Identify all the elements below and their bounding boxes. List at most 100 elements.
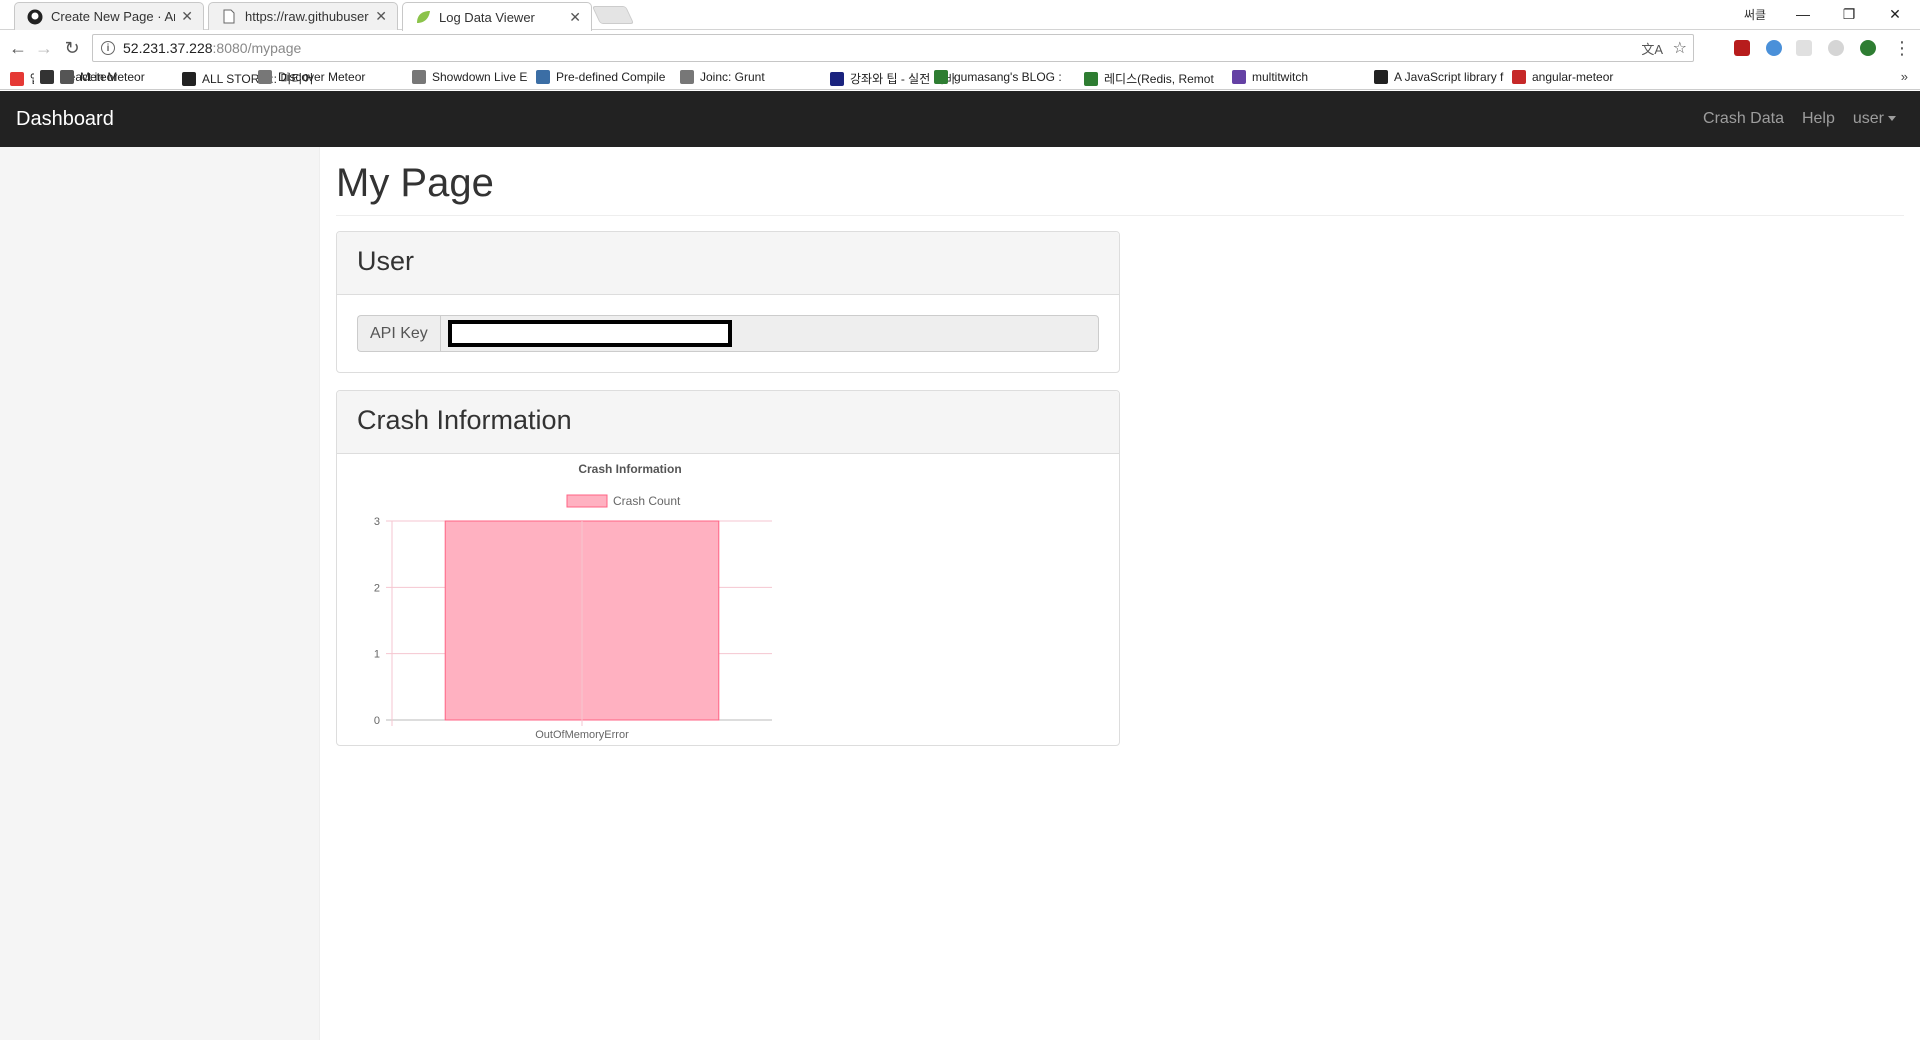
main-content: My Page User API Key Crash Information C…	[336, 147, 1904, 746]
bookmark-icon	[60, 70, 74, 84]
bookmark-label: 레디스(Redis, Remot	[1104, 72, 1214, 86]
browser-tab[interactable]: https://raw.githubuserco ✕	[208, 2, 398, 30]
bookmark-item[interactable]: gumasang's BLOG :	[934, 70, 1074, 84]
tab-title: https://raw.githubuserco	[245, 9, 370, 24]
crash-chart: Crash Information Crash Count 0 1 2 3 OutOf…	[337, 454, 1119, 746]
info-icon[interactable]: i	[101, 41, 115, 55]
panel-title: User	[337, 232, 1119, 295]
address-bar: ← → ↻ i 52.231.37.228:8080/mypage 文A ☆ ⋮	[0, 30, 1920, 66]
bookmarks-bar: 앱React in MeteorMeteorALL STORY :: 미티어Di…	[0, 66, 1920, 90]
bookmark-icon	[536, 70, 550, 84]
caret-down-icon	[1888, 116, 1896, 122]
bookmark-icon	[40, 70, 54, 84]
y-tick-label: 3	[374, 516, 380, 528]
crash-panel: Crash Information Crash Information Cras…	[336, 390, 1120, 746]
tab-title: Create New Page · Andi	[51, 9, 175, 24]
nav-help[interactable]: Help	[1802, 110, 1835, 128]
window-close-icon[interactable]: ✕	[1872, 0, 1918, 28]
bookmarks-overflow-icon[interactable]: »	[1901, 69, 1908, 84]
y-tick-label: 0	[374, 715, 380, 727]
back-icon[interactable]: ←	[8, 38, 28, 58]
legend-label: Crash Count	[613, 494, 681, 508]
bookmark-item[interactable]: Discover Meteor	[258, 70, 398, 84]
bookmark-icon	[1374, 70, 1388, 84]
new-tab-button[interactable]	[591, 6, 635, 24]
panel-title: Crash Information	[337, 391, 1119, 454]
bookmark-icon	[10, 71, 24, 86]
profile-label[interactable]: 써클	[1744, 6, 1766, 23]
extension-globe-icon[interactable]	[1860, 40, 1876, 56]
x-tick-label: OutOfMemoryError	[535, 729, 629, 741]
bookmark-label: multitwitch	[1252, 70, 1309, 84]
close-icon[interactable]: ✕	[181, 8, 193, 25]
extension-icon[interactable]	[1796, 40, 1812, 56]
nav-crash-data[interactable]: Crash Data	[1703, 110, 1784, 128]
close-icon[interactable]: ✕	[569, 9, 581, 26]
browser-tab-active[interactable]: Log Data Viewer ✕	[402, 2, 592, 31]
api-key-label: API Key	[357, 315, 440, 352]
bookmark-label: Joinc: Grunt	[700, 70, 765, 84]
extension-globe-icon[interactable]	[1766, 40, 1782, 56]
bookmark-icon	[680, 70, 694, 84]
bookmark-icon	[934, 70, 948, 84]
bookmark-icon	[182, 71, 196, 86]
forward-icon[interactable]: →	[34, 38, 54, 58]
bookmark-label: angular-meteor	[1532, 70, 1614, 84]
leaf-icon	[415, 9, 431, 25]
bookmark-item[interactable]: A JavaScript library f	[1374, 70, 1504, 84]
api-key-group: API Key	[357, 315, 1099, 352]
page-header: My Page	[336, 161, 1904, 216]
bookmark-item[interactable]: angular-meteor	[1512, 70, 1652, 84]
nav-links: Crash Data Help user	[1703, 110, 1896, 128]
api-key-field[interactable]	[439, 315, 1099, 352]
bookmark-item[interactable]: 앱	[10, 70, 34, 87]
crash-chart-svg: Crash Information Crash Count 0 1 2 3 OutOf…	[374, 462, 772, 741]
bookmark-icon	[412, 70, 426, 84]
nav-user-label: user	[1852, 110, 1884, 127]
bookmark-label: Showdown Live Edito	[432, 70, 528, 84]
bookmark-label: A JavaScript library f	[1394, 70, 1504, 84]
bookmark-label: gumasang's BLOG :	[954, 70, 1062, 84]
brand-link[interactable]: Dashboard	[16, 108, 114, 131]
bookmark-item[interactable]: Joinc: Grunt	[680, 70, 784, 84]
extension-icon[interactable]	[1828, 40, 1844, 56]
restore-icon[interactable]: ❐	[1826, 0, 1872, 28]
bookmark-icon	[1512, 70, 1526, 84]
url-host: 52.231.37.228	[123, 40, 213, 56]
nav-user-dropdown[interactable]: user	[1853, 110, 1896, 128]
user-panel: User API Key	[336, 231, 1120, 373]
bookmark-star-icon[interactable]: ☆	[1673, 38, 1687, 58]
redacted-key	[447, 320, 732, 347]
bookmark-label: 앱	[30, 70, 34, 87]
browser-tab[interactable]: Create New Page · Andi ✕	[14, 2, 204, 30]
bookmark-icon	[830, 71, 844, 86]
bookmark-item[interactable]: Pre-defined Compile	[536, 70, 670, 84]
ublock-icon[interactable]	[1734, 40, 1750, 56]
close-icon[interactable]: ✕	[375, 8, 387, 25]
bookmark-label: Meteor	[80, 70, 118, 84]
panel-body: API Key	[337, 295, 1119, 372]
bookmark-item[interactable]: multitwitch	[1232, 70, 1362, 84]
bookmark-icon	[258, 70, 272, 84]
chart-title: Crash Information	[578, 462, 681, 476]
sidebar	[0, 147, 320, 1040]
tab-title: Log Data Viewer	[439, 9, 535, 25]
menu-kebab-icon[interactable]: ⋮	[1892, 38, 1912, 58]
document-icon	[221, 9, 237, 25]
bookmark-item[interactable]: Meteor	[60, 70, 180, 84]
y-tick-label: 1	[374, 649, 380, 661]
reload-icon[interactable]: ↻	[62, 38, 82, 58]
bookmark-item[interactable]: Showdown Live Edito	[412, 70, 528, 84]
browser-tab-strip: Create New Page · Andi ✕ https://raw.git…	[0, 0, 1920, 31]
bookmark-icon	[1232, 70, 1246, 84]
page-title: My Page	[336, 161, 494, 205]
translate-icon[interactable]: 文A	[1641, 39, 1663, 58]
github-icon	[27, 9, 43, 25]
minimize-icon[interactable]: —	[1780, 0, 1826, 28]
bookmark-item[interactable]: 레디스(Redis, Remot	[1084, 70, 1224, 87]
url-input[interactable]: i 52.231.37.228:8080/mypage 文A ☆	[92, 34, 1694, 62]
legend-swatch	[566, 494, 608, 508]
url-path: :8080/mypage	[212, 40, 302, 56]
bookmark-icon	[1084, 71, 1098, 86]
app-navbar: Dashboard Crash Data Help user	[0, 91, 1920, 147]
